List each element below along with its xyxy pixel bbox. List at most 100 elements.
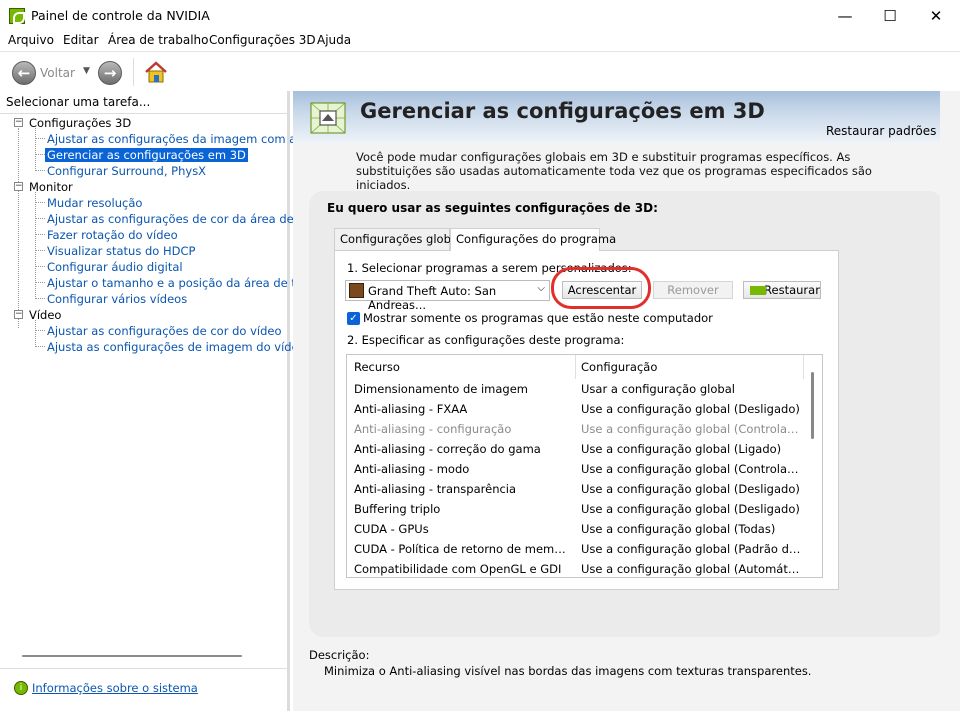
title-bar: Painel de controle da NVIDIA — ☐ ✕ [0, 0, 960, 32]
home-icon[interactable] [143, 60, 169, 84]
feature-cell: CUDA - Política de retorno de memória do… [354, 542, 572, 556]
table-row[interactable]: Dimensionamento de imagem Usar a configur… [347, 379, 807, 399]
main-content: Gerenciar as configurações em 3D Restaur… [293, 91, 960, 711]
setting-cell[interactable]: Usar a configuração global [581, 382, 801, 396]
column-header-setting[interactable]: Configuração [581, 360, 657, 374]
setting-cell[interactable]: Use a configuração global (Automático) [581, 562, 801, 576]
sidebar-item-video-color[interactable]: Ajustar as configurações de cor do vídeo [47, 324, 282, 338]
program-select[interactable]: Grand Theft Auto: San Andreas... ⌵ [345, 280, 550, 312]
feature-cell: Compatibilidade com OpenGL e GDI [354, 562, 562, 576]
main-vertical-scrollbar[interactable] [940, 91, 960, 711]
show-only-label: Mostrar somente os programas que estão n… [363, 311, 713, 325]
program-settings-content: 1. Selecionar programas a serem personal… [334, 250, 839, 590]
sidebar-divider [0, 668, 288, 669]
sidebar-item-video-image[interactable]: Ajusta as configurações de imagem do víd… [47, 340, 306, 354]
expand-video-toggle[interactable]: − [14, 310, 23, 319]
sidebar-item-manage-3d-settings[interactable]: Gerenciar as configurações em 3D [45, 148, 248, 162]
task-sidebar: Selecionar uma tarefa... − Configurações… [0, 91, 341, 711]
sidebar-item-hdcp-status[interactable]: Visualizar status do HDCP [47, 244, 195, 258]
setting-cell[interactable]: Use a configuração global (Desligado) [581, 402, 801, 416]
setting-cell[interactable]: Use a configuração global (Ligado) [581, 442, 801, 456]
back-history-dropdown-icon[interactable]: ▼ [83, 66, 90, 76]
menu-bar: Arquivo Editar Área de trabalho Configur… [0, 32, 960, 51]
feature-cell: Anti-aliasing - correção do gama [354, 442, 541, 456]
tree-connector [18, 128, 19, 328]
sidebar-item-rotate-display[interactable]: Fazer rotação do vídeo [47, 228, 178, 242]
close-button[interactable]: ✕ [913, 0, 959, 32]
tree-connector [35, 128, 36, 171]
column-divider [803, 355, 804, 379]
tree-connector [36, 170, 45, 171]
chevron-down-icon: ⌵ [537, 283, 545, 294]
task-header: Selecionar uma tarefa... [6, 95, 151, 109]
setting-cell[interactable]: Use a configuração global (Todas) [581, 522, 801, 536]
table-row[interactable]: CUDA - Política de retorno de memória do… [347, 539, 807, 559]
tree-connector [36, 298, 45, 299]
table-row[interactable]: Anti-aliasing - configuração Use a config… [347, 419, 807, 439]
page-banner: Gerenciar as configurações em 3D Restaur… [293, 91, 940, 143]
back-label: Voltar [40, 66, 75, 80]
remove-program-button[interactable]: Remover [653, 281, 733, 299]
back-button[interactable]: ← Voltar [12, 61, 75, 85]
feature-cell: Dimensionamento de imagem [354, 382, 528, 396]
program-select-value: Grand Theft Auto: San Andreas... [368, 284, 497, 312]
highlight-annotation [551, 267, 651, 309]
minimize-button[interactable]: — [822, 0, 868, 32]
menu-desktop[interactable]: Área de trabalho [108, 33, 209, 47]
table-row[interactable]: Anti-aliasing - FXAA Use a configuração g… [347, 399, 807, 419]
system-info-link[interactable]: i Informações sobre o sistema [14, 681, 198, 695]
feature-cell: Anti-aliasing - FXAA [354, 402, 468, 416]
table-row[interactable]: Anti-aliasing - transparência Use a confi… [347, 479, 807, 499]
table-row[interactable]: Compatibilidade com OpenGL e GDI Use a co… [347, 559, 807, 577]
restore-program-button[interactable]: Restaurar [743, 281, 821, 299]
table-scrollbar-thumb[interactable] [811, 372, 814, 439]
settings-panel: Eu quero usar as seguintes configurações… [309, 191, 943, 637]
menu-3d-settings[interactable]: Configurações 3D [209, 33, 316, 47]
column-header-feature[interactable]: Recurso [354, 360, 400, 374]
sidebar-category-video[interactable]: Vídeo [29, 308, 61, 322]
tree-connector [36, 266, 45, 267]
sidebar-item-digital-audio[interactable]: Configurar áudio digital [47, 260, 183, 274]
restore-defaults-link[interactable]: Restaurar padrões [826, 124, 936, 138]
3d-settings-icon [303, 95, 351, 139]
system-info-label: Informações sobre o sistema [32, 681, 198, 695]
feature-cell: Buffering triplo [354, 502, 441, 516]
setting-cell[interactable]: Use a configuração global (Desligado) [581, 482, 801, 496]
expand-monitor-toggle[interactable]: − [14, 182, 23, 191]
table-row[interactable]: Anti-aliasing - correção do gama Use a co… [347, 439, 807, 459]
forward-arrow-icon[interactable]: → [98, 61, 122, 85]
feature-cell: Anti-aliasing - modo [354, 462, 470, 476]
setting-cell[interactable]: Use a configuração global (Controlado po… [581, 422, 801, 436]
menu-help[interactable]: Ajuda [317, 33, 351, 47]
sidebar-item-multiple-displays[interactable]: Configurar vários vídeos [47, 292, 187, 306]
expand-3d-settings-toggle[interactable]: − [14, 118, 23, 127]
tree-connector [36, 250, 45, 251]
sidebar-category-3d-settings[interactable]: Configurações 3D [29, 116, 131, 130]
tab-program-settings[interactable]: Configurações do programa [450, 228, 616, 251]
nvidia-logo-icon [750, 286, 766, 295]
scrollbar-thumb[interactable] [22, 655, 242, 657]
sidebar-category-monitor[interactable]: Monitor [29, 180, 73, 194]
maximize-button[interactable]: ☐ [867, 0, 913, 32]
settings-table: Recurso Configuração Dimensionamento de … [346, 354, 823, 578]
menu-file[interactable]: Arquivo [8, 33, 54, 47]
table-row[interactable]: Buffering triplo Use a configuração globa… [347, 499, 807, 519]
tab-global-settings[interactable]: Configurações globais [334, 228, 467, 250]
sidebar-item-surround-physx[interactable]: Configurar Surround, PhysX [47, 164, 206, 178]
sidebar-item-change-resolution[interactable]: Mudar resolução [47, 196, 142, 210]
feature-cell: CUDA - GPUs [354, 522, 429, 536]
setting-cell[interactable]: Use a configuração global (Desligado) [581, 502, 801, 516]
description-label: Descrição: [309, 648, 370, 662]
sidebar-item-desktop-size-position[interactable]: Ajustar o tamanho e a posição da área de… [47, 276, 333, 290]
table-row[interactable]: CUDA - GPUs Use a configuração global (To… [347, 519, 807, 539]
restore-button-label: Restaurar [764, 283, 820, 297]
info-icon: i [14, 681, 28, 695]
setting-cell[interactable]: Use a configuração global (Padrão do dri… [581, 542, 801, 556]
menu-edit[interactable]: Editar [63, 33, 99, 47]
tree-connector [36, 154, 45, 155]
sidebar-horizontal-scrollbar[interactable] [0, 649, 288, 663]
table-row[interactable]: Anti-aliasing - modo Use a configuração g… [347, 459, 807, 479]
panel-heading: Eu quero usar as seguintes configurações… [327, 201, 658, 215]
sidebar-item-desktop-color[interactable]: Ajustar as configurações de cor da área … [47, 212, 331, 226]
setting-cell[interactable]: Use a configuração global (Controlado po… [581, 462, 801, 476]
